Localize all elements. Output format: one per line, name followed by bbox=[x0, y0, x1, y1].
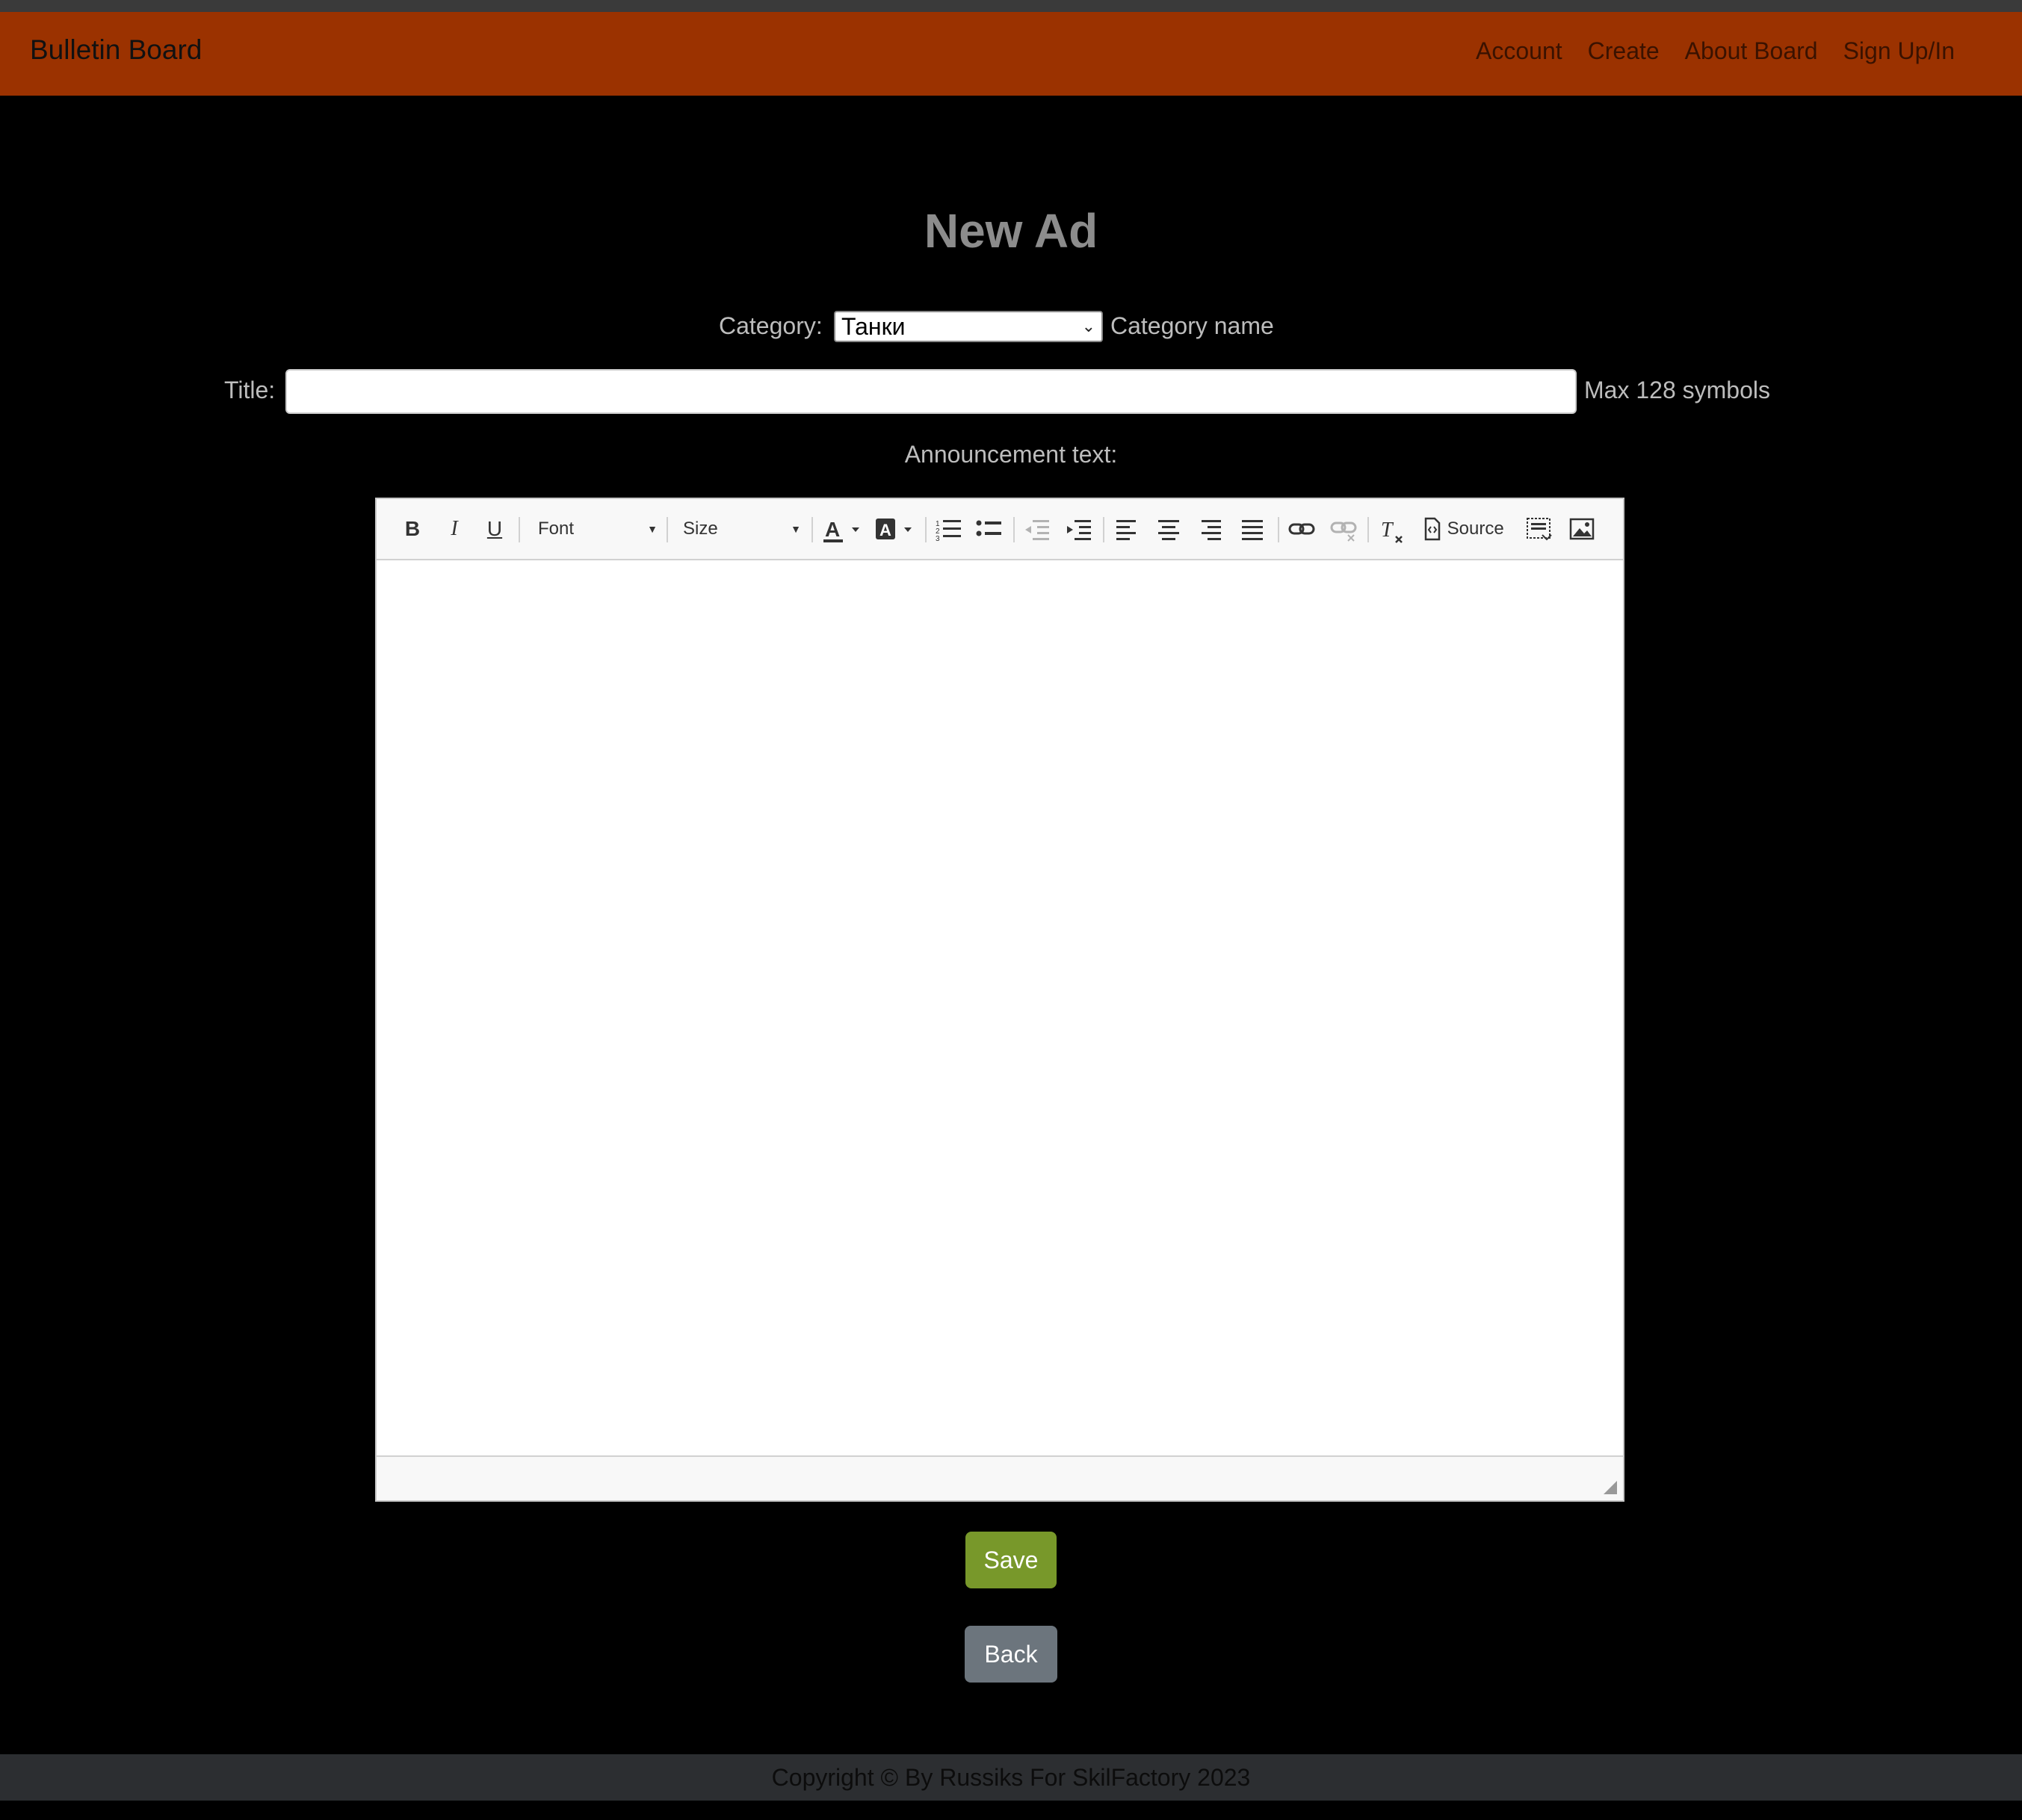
decrease-indent-button[interactable] bbox=[1022, 513, 1052, 545]
toolbar-separator bbox=[1103, 517, 1104, 542]
bold-button[interactable]: B bbox=[399, 513, 426, 545]
italic-button[interactable]: I bbox=[441, 513, 468, 545]
underline-button[interactable]: U bbox=[481, 513, 508, 545]
source-button[interactable]: Source bbox=[1421, 513, 1518, 545]
announcement-label: Announcement text: bbox=[904, 441, 1118, 468]
chevron-down-icon: ⌄ bbox=[1081, 317, 1095, 335]
save-button[interactable]: Save bbox=[965, 1532, 1057, 1588]
increase-indent-button[interactable] bbox=[1064, 513, 1094, 545]
nav-create-link[interactable]: Create bbox=[1588, 37, 1660, 65]
caret-down-icon: ▼ bbox=[647, 523, 658, 535]
remove-format-button[interactable]: T bbox=[1378, 513, 1408, 545]
align-center-button[interactable] bbox=[1154, 513, 1184, 545]
editor-content-area[interactable] bbox=[377, 560, 1623, 1455]
caret-down-icon: ▼ bbox=[791, 523, 801, 535]
svg-text:T: T bbox=[1381, 519, 1394, 542]
navbar: Bulletin Board Account Create About Boar… bbox=[0, 12, 2022, 96]
font-combo[interactable]: Font ▼ bbox=[538, 513, 658, 545]
bulleted-list-button[interactable] bbox=[974, 513, 1004, 545]
toolbar-separator bbox=[1278, 517, 1279, 542]
nav-about-link[interactable]: About Board bbox=[1685, 37, 1818, 65]
link-button[interactable] bbox=[1287, 513, 1317, 545]
background-color-button[interactable]: A bbox=[874, 513, 916, 545]
title-label: Title: bbox=[224, 377, 276, 403]
back-button[interactable]: Back bbox=[965, 1626, 1057, 1683]
brand-link[interactable]: Bulletin Board bbox=[30, 34, 202, 66]
remove-format-icon: T bbox=[1381, 519, 1403, 543]
align-right-icon bbox=[1202, 520, 1221, 540]
category-select-value: Танки bbox=[841, 313, 906, 340]
indent-icon bbox=[1067, 520, 1091, 540]
nav-signup-link[interactable]: Sign Up/In bbox=[1843, 37, 1955, 65]
unlink-icon bbox=[1330, 521, 1357, 542]
title-input[interactable] bbox=[285, 369, 1577, 414]
text-color-icon: A bbox=[823, 518, 859, 542]
svg-text:A: A bbox=[879, 521, 891, 539]
show-blocks-button[interactable] bbox=[1524, 513, 1554, 545]
background-color-icon: A bbox=[876, 519, 912, 539]
numbered-list-icon: 1 2 3 bbox=[936, 520, 961, 543]
justify-button[interactable] bbox=[1237, 513, 1267, 545]
resize-grip-icon[interactable] bbox=[1604, 1481, 1617, 1494]
unlink-button[interactable] bbox=[1329, 513, 1358, 545]
page-title: New Ad bbox=[924, 204, 1098, 258]
toolbar-separator bbox=[519, 517, 520, 542]
toolbar-separator bbox=[667, 517, 668, 542]
svg-text:3: 3 bbox=[936, 535, 940, 543]
category-select[interactable]: Танки ⌄ bbox=[834, 311, 1103, 342]
link-icon bbox=[1288, 523, 1315, 535]
size-combo[interactable]: Size ▼ bbox=[683, 513, 801, 545]
image-icon bbox=[1569, 518, 1595, 540]
nav-account-link[interactable]: Account bbox=[1476, 37, 1562, 65]
rich-text-editor: B I U Font ▼ Size ▼ A A 1 2 3 T Source bbox=[375, 498, 1624, 1502]
align-left-button[interactable] bbox=[1112, 513, 1142, 545]
align-right-button[interactable] bbox=[1196, 513, 1225, 545]
align-center-icon bbox=[1158, 520, 1179, 540]
outdent-icon bbox=[1025, 520, 1049, 540]
numbered-list-button[interactable]: 1 2 3 bbox=[934, 513, 964, 545]
show-blocks-icon bbox=[1527, 518, 1552, 541]
bulleted-list-icon bbox=[976, 520, 1001, 536]
source-button-label: Source bbox=[1447, 519, 1504, 539]
font-combo-label: Font bbox=[538, 519, 575, 539]
footer-copyright: Copyright © By Russiks For SkilFactory 2… bbox=[0, 1754, 2022, 1801]
editor-toolbar: B I U Font ▼ Size ▼ A A 1 2 3 T Source bbox=[377, 499, 1623, 560]
toolbar-separator bbox=[1367, 517, 1369, 542]
size-combo-label: Size bbox=[683, 519, 718, 539]
toolbar-separator bbox=[811, 517, 813, 542]
source-icon bbox=[1424, 517, 1441, 541]
window-top-strip bbox=[0, 0, 2022, 12]
svg-text:A: A bbox=[825, 518, 840, 541]
text-color-button[interactable]: A bbox=[822, 513, 864, 545]
align-left-icon bbox=[1116, 520, 1136, 540]
image-button[interactable] bbox=[1568, 513, 1598, 545]
nav-links: Account Create About Board Sign Up/In bbox=[1476, 37, 1955, 65]
category-hint: Category name bbox=[1110, 312, 1274, 339]
title-hint: Max 128 symbols bbox=[1584, 377, 1770, 403]
toolbar-separator bbox=[925, 517, 927, 542]
category-label: Category: bbox=[719, 312, 823, 339]
toolbar-separator bbox=[1013, 517, 1015, 542]
editor-status-bar bbox=[377, 1455, 1623, 1500]
align-justify-icon bbox=[1242, 520, 1263, 540]
